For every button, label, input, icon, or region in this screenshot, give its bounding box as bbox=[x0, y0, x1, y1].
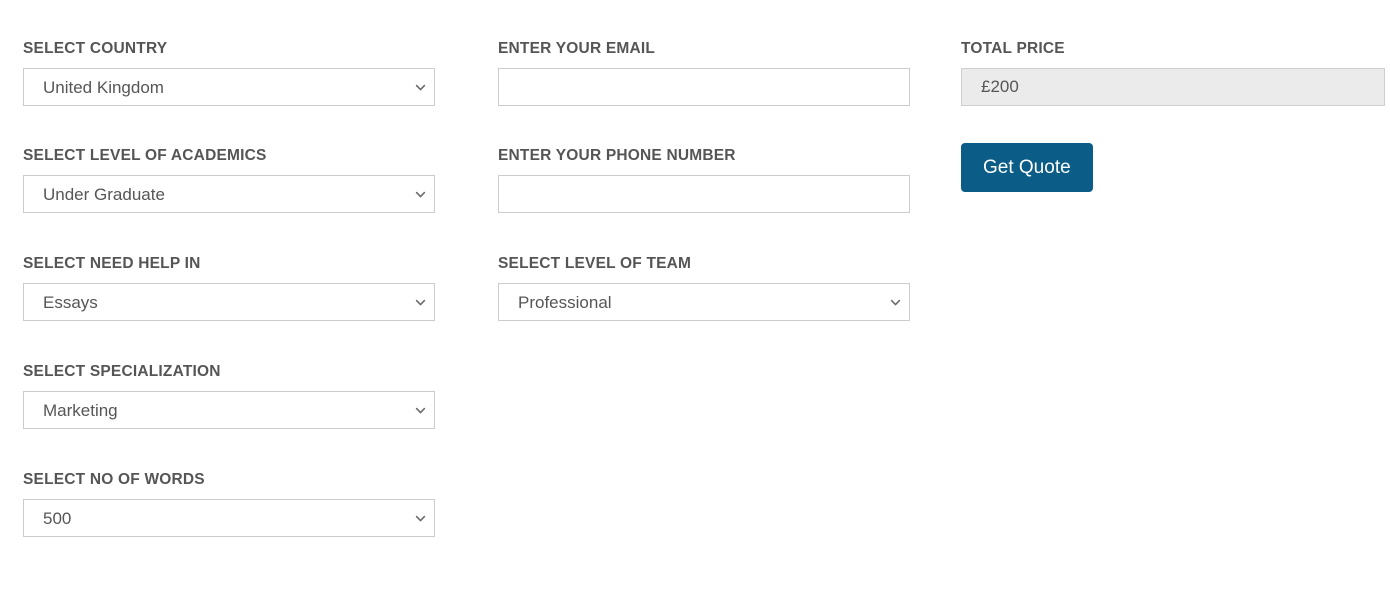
quote-calculator-form: SELECT COUNTRY United Kingdom SELECT LEV… bbox=[0, 0, 1390, 596]
select-level-of-academics-value: Under Graduate bbox=[43, 185, 165, 204]
total-price-field bbox=[961, 68, 1385, 106]
field-group-level-of-academics: SELECT LEVEL OF ACADEMICS Under Graduate bbox=[23, 147, 435, 213]
select-level-of-academics[interactable]: Under Graduate bbox=[23, 175, 435, 213]
select-country-value: United Kingdom bbox=[43, 78, 164, 97]
field-group-country: SELECT COUNTRY United Kingdom bbox=[23, 40, 435, 106]
select-no-of-words-value: 500 bbox=[43, 509, 72, 528]
label-select-level-of-team: SELECT LEVEL OF TEAM bbox=[498, 255, 692, 272]
select-specialization-value: Marketing bbox=[43, 401, 118, 420]
label-total-price: TOTAL PRICE bbox=[961, 40, 1065, 57]
label-select-no-of-words: SELECT NO OF WORDS bbox=[23, 471, 205, 488]
select-specialization[interactable]: Marketing bbox=[23, 391, 435, 429]
submit-row: Get Quote bbox=[961, 143, 1093, 192]
select-country[interactable]: United Kingdom bbox=[23, 68, 435, 106]
field-group-specialization: SELECT SPECIALIZATION Marketing bbox=[23, 363, 435, 429]
field-group-no-of-words: SELECT NO OF WORDS 500 bbox=[23, 471, 435, 537]
email-input[interactable] bbox=[498, 68, 910, 106]
field-group-total-price: TOTAL PRICE bbox=[961, 40, 1385, 106]
chevron-down-icon bbox=[415, 189, 426, 200]
select-level-of-team[interactable]: Professional bbox=[498, 283, 910, 321]
chevron-down-icon bbox=[415, 513, 426, 524]
select-no-of-words[interactable]: 500 bbox=[23, 499, 435, 537]
get-quote-button[interactable]: Get Quote bbox=[961, 143, 1093, 192]
phone-number-input[interactable] bbox=[498, 175, 910, 213]
label-select-country: SELECT COUNTRY bbox=[23, 40, 168, 57]
label-select-level-of-academics: SELECT LEVEL OF ACADEMICS bbox=[23, 147, 267, 164]
label-select-specialization: SELECT SPECIALIZATION bbox=[23, 363, 221, 380]
select-need-help-in[interactable]: Essays bbox=[23, 283, 435, 321]
label-enter-your-phone-number: ENTER YOUR PHONE NUMBER bbox=[498, 147, 736, 164]
field-group-level-of-team: SELECT LEVEL OF TEAM Professional bbox=[498, 255, 910, 321]
chevron-down-icon bbox=[415, 82, 426, 93]
field-group-email: ENTER YOUR EMAIL bbox=[498, 40, 910, 106]
field-group-phone-number: ENTER YOUR PHONE NUMBER bbox=[498, 147, 910, 213]
label-enter-your-email: ENTER YOUR EMAIL bbox=[498, 40, 656, 57]
chevron-down-icon bbox=[890, 297, 901, 308]
label-select-need-help-in: SELECT NEED HELP IN bbox=[23, 255, 201, 272]
field-group-need-help-in: SELECT NEED HELP IN Essays bbox=[23, 255, 435, 321]
chevron-down-icon bbox=[415, 297, 426, 308]
chevron-down-icon bbox=[415, 405, 426, 416]
select-level-of-team-value: Professional bbox=[518, 293, 612, 312]
select-need-help-in-value: Essays bbox=[43, 293, 98, 312]
